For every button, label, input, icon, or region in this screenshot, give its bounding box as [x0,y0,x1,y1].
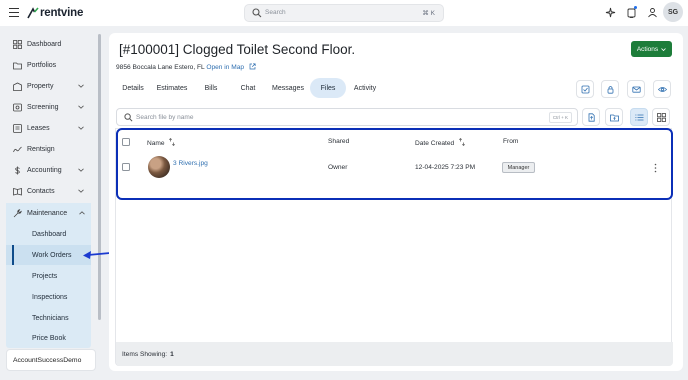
chevron-down-icon [78,84,84,88]
sidebar-subitem-price-book[interactable]: Price Book [6,328,91,348]
file-search-placeholder: Search file by name [136,114,194,121]
screening-icon [13,103,22,111]
external-link-icon[interactable] [249,63,256,70]
file-upload-icon [588,112,595,122]
wrench-icon [13,208,22,217]
property-address: 9856 Boccala Lane Estero, FL Open in Map [116,63,256,71]
sidebar-subitem-work-orders[interactable]: Work Orders [6,245,91,265]
user-icon[interactable] [646,6,659,19]
items-showing-label: Items Showing: [122,350,168,358]
actions-label: Actions [636,45,659,53]
building-icon [13,82,22,91]
actions-button[interactable]: Actions [631,41,672,57]
file-search-input[interactable]: Search file by name Ctrl + K [116,108,578,126]
open-in-map-link[interactable]: Open in Map [206,64,244,71]
sidebar-subitem-technicians[interactable]: Technicians [6,308,91,328]
checklist-icon [581,85,589,93]
main-panel: [#100001] Clogged Toilet Second Floor. 9… [109,33,683,371]
sidebar-item-label: Contacts [27,187,55,195]
menu-icon[interactable] [9,8,19,17]
avatar[interactable]: SG [663,2,683,22]
signature-icon [13,146,22,152]
sidebar-scrollbar[interactable] [98,34,101,320]
tab-bar: Details Estimates Bills Chat Messages Fi… [114,78,384,98]
contacts-book-icon [13,187,22,196]
sidebar-item-label: Dashboard [27,40,62,48]
lock-button[interactable] [601,80,619,98]
rentvine-logo-icon [27,7,39,19]
dashboard-icon [13,39,22,49]
sidebar-subitem-dashboard[interactable]: Dashboard [6,224,91,244]
tab-estimates[interactable]: Estimates [152,78,192,98]
chevron-down-icon [78,126,84,130]
sidebar-item-property[interactable]: Property [6,76,90,96]
sidebar-item-portfolios[interactable]: Portfolios [6,55,90,75]
sidebar-item-rentsign[interactable]: Rentsign [6,139,90,159]
global-search-input[interactable]: Search ⌘ K [244,4,444,22]
sidebar-item-label: Portfolios [27,61,57,69]
dollar-icon [15,166,20,174]
grid-view-button[interactable] [652,108,670,126]
notification-dot [634,6,637,9]
sidebar-subitem-inspections[interactable]: Inspections [6,287,91,307]
chevron-down-icon [661,47,666,51]
upload-file-button[interactable] [582,108,600,126]
folder-icon [13,62,22,69]
chevron-up-icon [79,211,85,215]
mail-icon [631,86,641,93]
tab-bills[interactable]: Bills [192,78,230,98]
sidebar-item-contacts[interactable]: Contacts [6,181,90,201]
tab-details[interactable]: Details [114,78,152,98]
table-footer: Items Showing: 1 [116,342,673,366]
logo-text: rentvine [40,7,84,19]
search-icon [252,8,262,18]
eye-icon [657,86,667,92]
sidebar-item-label: Property [27,82,54,90]
account-switcher[interactable]: AccountSuccessDemo [6,349,96,371]
sidebar-subitem-projects[interactable]: Projects [6,266,91,286]
sidebar-item-leases[interactable]: Leases [6,118,90,138]
top-bar: rentvine Search ⌘ K SG [0,0,688,26]
annotation-highlight-box [116,128,673,200]
logo[interactable]: rentvine [27,6,83,20]
leases-icon [13,123,22,133]
tab-messages[interactable]: Messages [266,78,310,98]
sidebar-item-screening[interactable]: Screening [6,97,90,117]
folder-upload-icon [609,114,619,121]
sidebar-item-dashboard[interactable]: Dashboard [6,34,90,54]
sidebar-item-maintenance[interactable]: Maintenance [6,203,91,223]
search-icon [124,113,133,122]
sparkle-icon[interactable] [604,6,617,19]
list-view-button[interactable] [630,108,648,126]
email-button[interactable] [627,80,645,98]
checklist-button[interactable] [576,80,594,98]
search-placeholder: Search [265,9,286,16]
chevron-down-icon [78,189,84,193]
search-shortcut: ⌘ K [422,10,435,17]
sidebar-item-label: Maintenance [27,209,68,217]
grid-view-icon [656,112,666,122]
address-text: 9856 Boccala Lane Estero, FL [116,64,205,71]
file-search-shortcut: Ctrl + K [548,112,572,123]
tab-files[interactable]: Files [310,78,346,98]
sidebar-item-label: Screening [27,103,59,111]
sidebar-item-label: Accounting [27,166,62,174]
tab-chat[interactable]: Chat [230,78,266,98]
sidebar-item-label: Rentsign [27,145,55,153]
page-title: [#100001] Clogged Toilet Second Floor. [119,42,356,57]
list-view-icon [634,114,643,120]
lock-icon [607,85,613,94]
chevron-down-icon [78,168,84,172]
view-button[interactable] [653,80,671,98]
chevron-down-icon [78,105,84,109]
sidebar-item-label: Leases [27,124,50,132]
sidebar-item-accounting[interactable]: Accounting [6,160,90,180]
upload-folder-button[interactable] [605,108,623,126]
items-showing-count: 1 [170,350,174,358]
tab-activity[interactable]: Activity [346,78,384,98]
